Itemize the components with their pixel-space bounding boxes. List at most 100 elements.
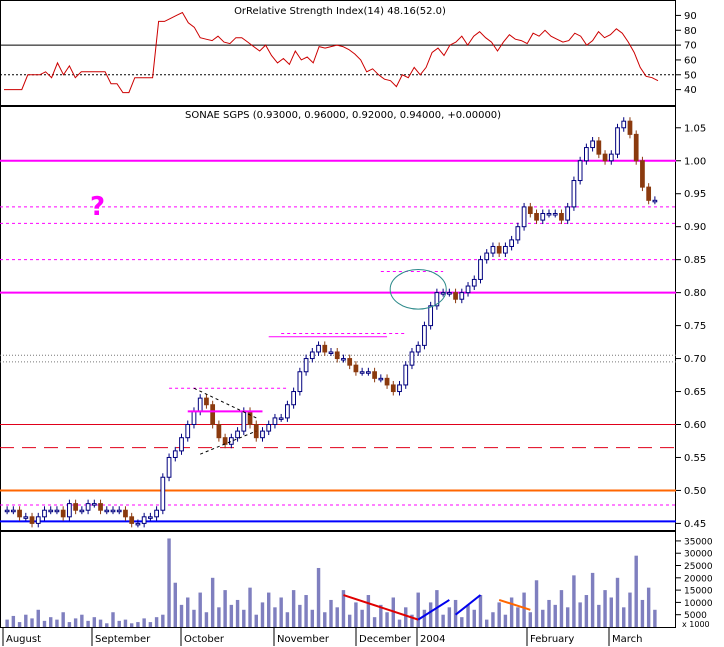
volume-bar [142,618,146,627]
candle-body [359,371,365,374]
price-tick-label: 0.90 [684,222,706,233]
price-panel [0,106,676,531]
volume-bar [491,612,495,627]
volume-bar [123,619,128,627]
volume-bar [49,617,53,627]
candle-body [571,180,577,208]
candle-body [521,206,527,228]
volume-bar [366,595,371,627]
volume-bar [24,614,28,627]
candle-body [577,160,583,182]
candle-body [197,397,203,412]
volume-bar [260,602,265,627]
volume-bar [273,607,277,627]
candle-body [116,509,122,513]
volume-bar [136,622,140,627]
price-tick-label: 0.85 [684,255,706,266]
volume-bar [428,602,433,627]
candle-body [247,410,253,425]
candle-body [341,358,346,361]
volume-bar [179,604,184,627]
candle-body [79,509,85,513]
candle-body [366,371,371,374]
volume-bar [441,614,445,627]
volume-bar [541,609,545,627]
volume-bar [547,599,551,627]
volume-bar [646,587,651,627]
volume-tick-label: 30000 [684,550,713,560]
volume-bar [304,595,308,627]
rsi-tick-label: 90 [684,11,697,22]
volume-bar [572,575,576,627]
volume-bar [360,609,364,627]
volume-bar [404,607,408,627]
volume-bar [416,592,420,627]
candle-body [67,503,72,518]
volume-bar [17,622,22,627]
candle-body [478,259,483,280]
rsi-tick-label: 80 [684,26,697,37]
candle-body [278,417,284,420]
candle-body [316,344,321,353]
volume-bar [335,607,339,627]
volume-bar [516,607,520,627]
candle-body [303,358,309,373]
price-tick-label: 0.45 [684,519,706,530]
price-tick-label: 0.70 [684,354,706,365]
price-tick-label: 0.80 [684,288,706,299]
volume-bar [80,614,84,627]
volume-bar [30,618,34,627]
volume-bar [229,604,234,627]
candle-body [172,450,178,458]
candle-body [29,516,35,524]
volume-bar [186,597,190,627]
candle-body [397,384,402,393]
volume-bar [111,612,115,627]
candle-body [353,364,359,373]
volume-bar [61,612,65,627]
candle-body [428,305,434,327]
candle-body [10,509,16,513]
candle-body [204,397,209,406]
volume-bar [11,615,16,627]
candle-body [590,140,595,149]
price-tick-label: 0.75 [684,321,706,332]
volume-bar [354,602,358,627]
candle-body [503,245,508,254]
candle-body [291,391,296,406]
candle-body [509,239,514,247]
candle-body [446,292,452,295]
volume-bar [42,620,47,627]
x-axis-label: December [359,634,412,645]
candle-body [584,147,589,162]
candle-body [384,377,390,386]
candle-body [297,371,303,393]
candle-body [515,226,521,241]
volume-bar [584,595,589,627]
price-tick-label: 0.55 [684,453,706,464]
candle-body [85,503,91,511]
candle-body [185,424,191,439]
candle-body [141,516,147,524]
candle-body [17,509,22,518]
candle-body [453,292,458,300]
volume-bar [117,620,121,627]
x-axis-label: 2004 [420,634,445,645]
candle-body [471,278,477,287]
candle-body [160,476,166,511]
candle-body [633,133,639,162]
candle-body [534,213,539,221]
volume-bar [204,612,209,627]
volume-bar [316,567,321,627]
volume-bar [460,617,464,627]
volume-bar [242,609,246,627]
volume-bar [154,617,159,627]
question-mark-annotation: ? [90,192,105,222]
volume-bar [509,597,514,627]
candle-body [621,120,627,129]
volume-tick-label: 35000 [684,537,713,547]
stock-chart: 40 50 60 70 80 90 0.45 0.50 0.55 0.60 0.65 0.70 0.75… [0,0,713,646]
candle-body [646,186,652,201]
volume-bar [522,592,526,627]
candle-body [459,292,465,300]
